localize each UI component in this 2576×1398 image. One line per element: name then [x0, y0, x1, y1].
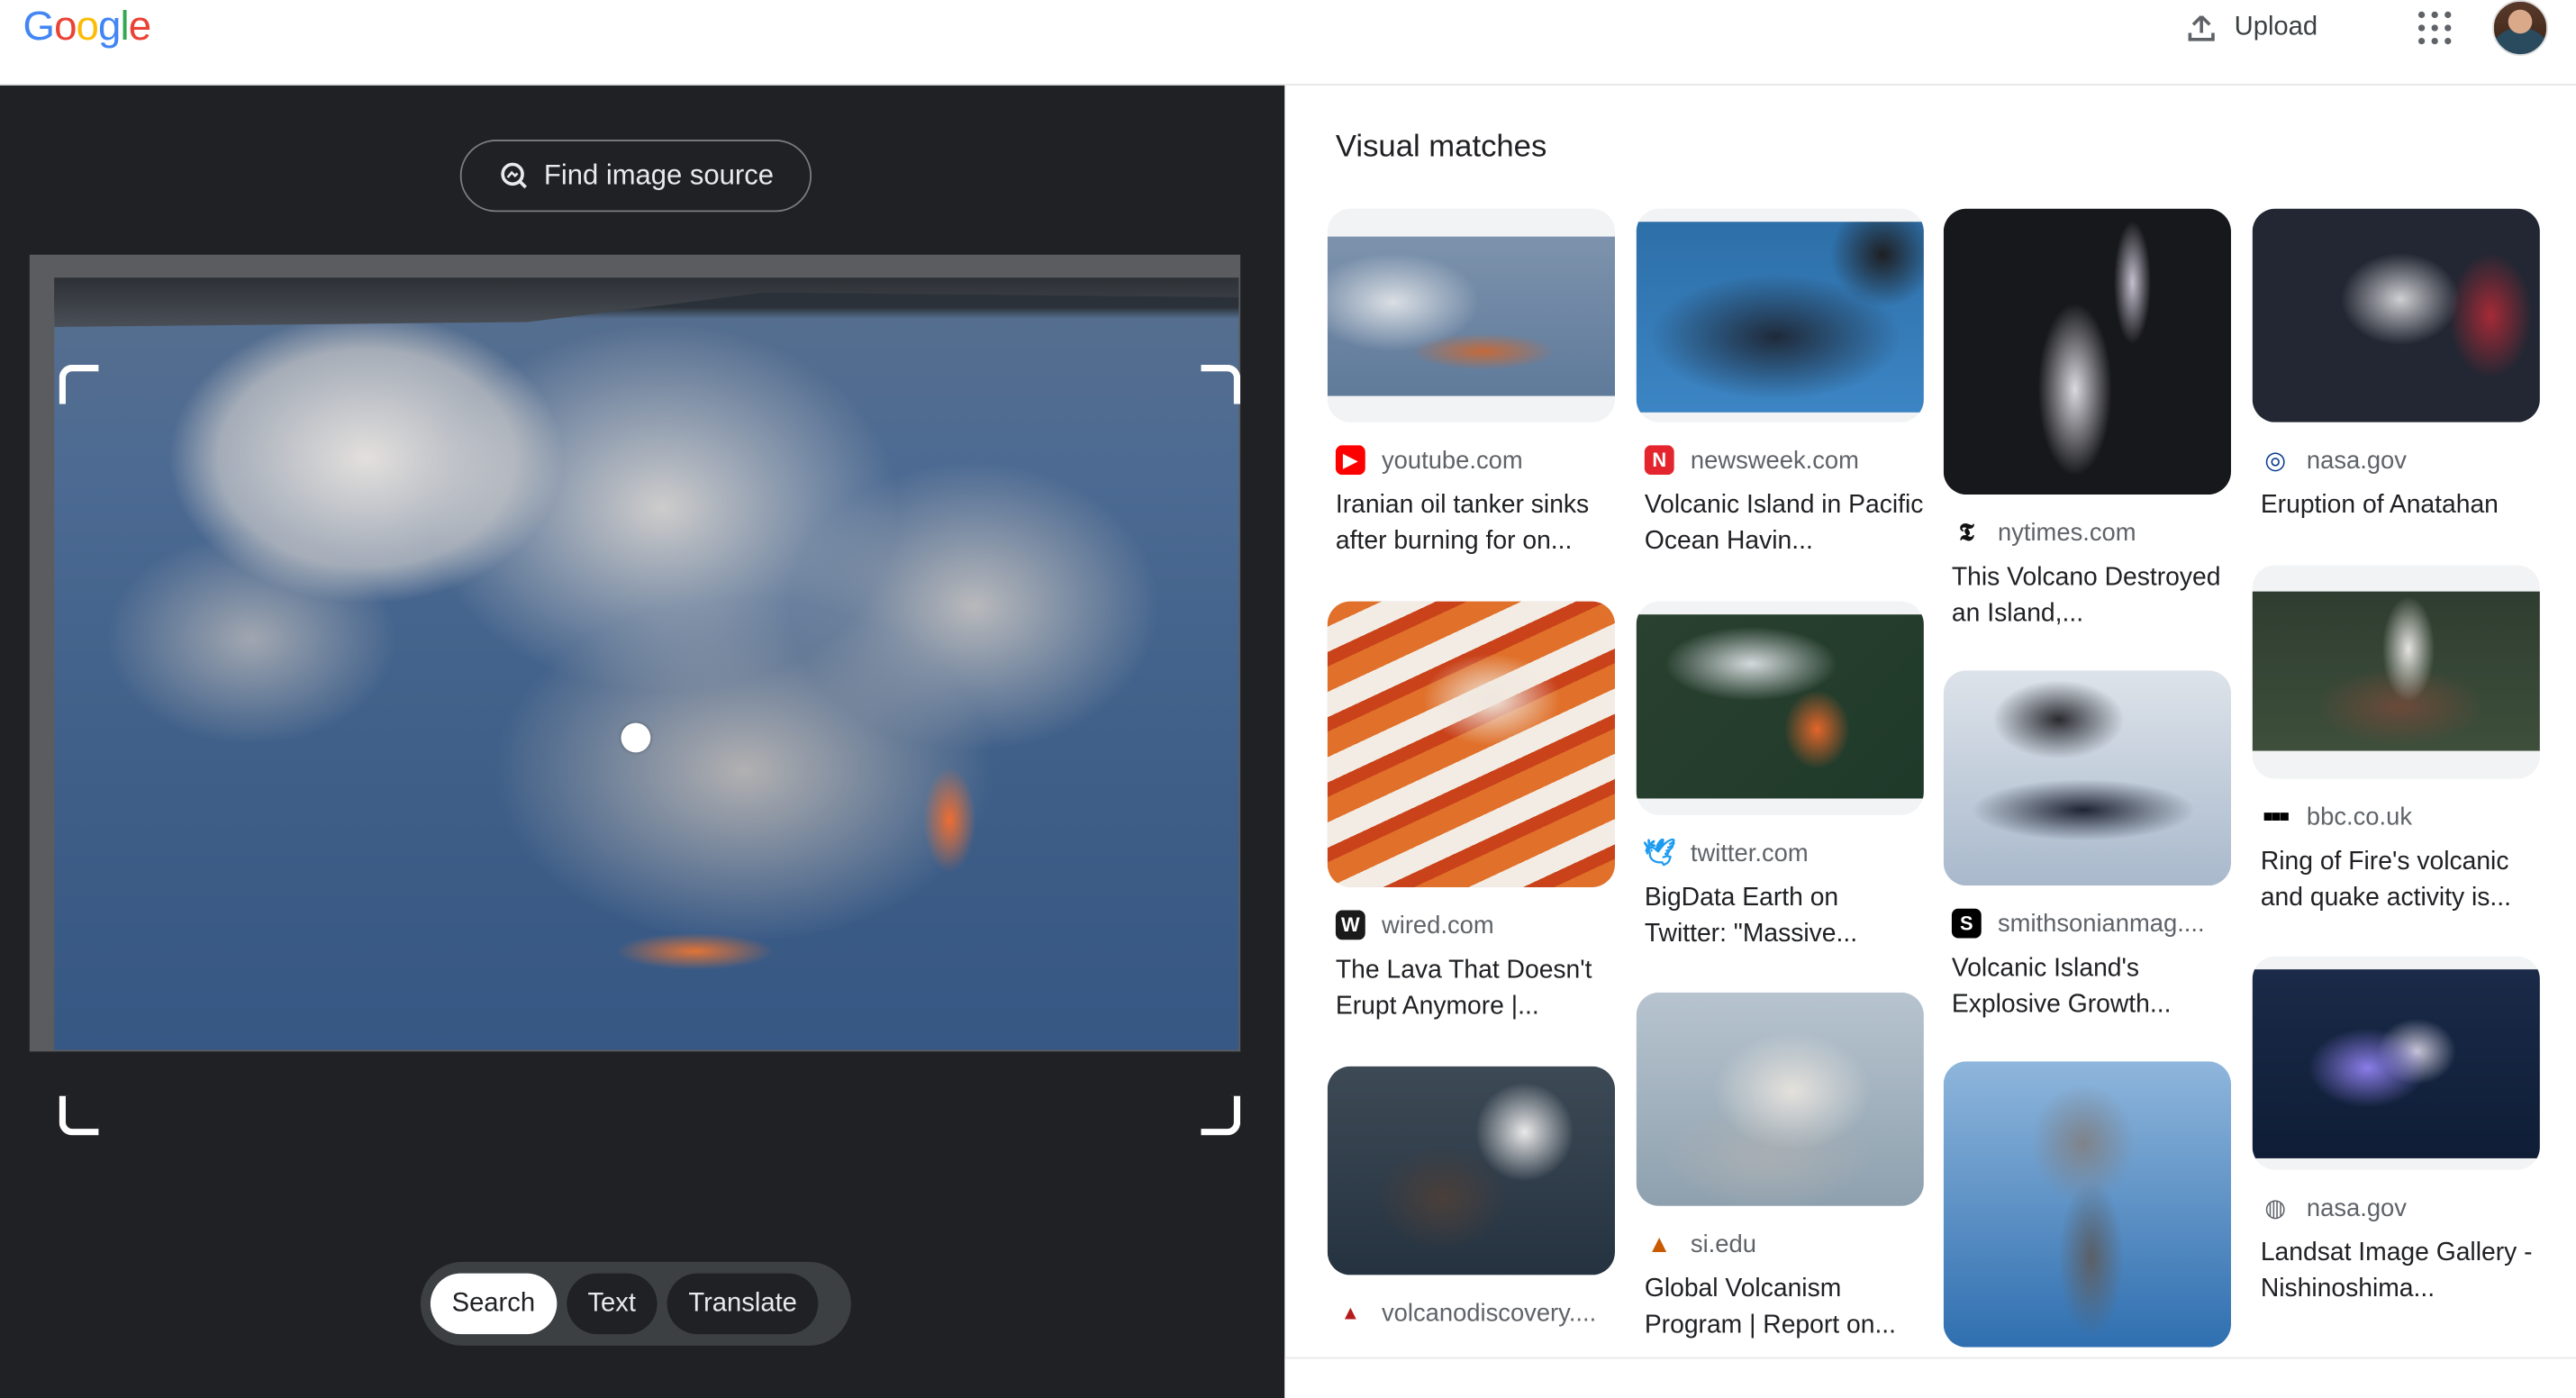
result-card[interactable]: 𝕿 nytimes.com This Volcano Destroyed an … [1943, 208, 2231, 633]
result-thumbnail[interactable] [1636, 992, 1924, 1206]
result-source-text: twitter.com [1690, 839, 1809, 867]
nytimes-icon: 𝕿 [1951, 517, 1982, 548]
result-card[interactable] [1943, 1061, 2231, 1348]
result-source-text: nytimes.com [1997, 518, 2136, 547]
result-thumbnail[interactable] [1943, 1061, 2231, 1348]
result-thumbnail[interactable] [1327, 208, 1615, 422]
upload-button[interactable]: Upload [2185, 12, 2317, 44]
result-title[interactable]: The Lava That Doesn't Erupt Anymore |... [1328, 953, 1615, 1025]
result-source[interactable]: S smithsonianmag.... [1944, 908, 2231, 939]
result-title[interactable]: Global Volcanism Program | Report on... [1637, 1272, 1924, 1344]
visual-matches-heading: Visual matches [1335, 130, 1547, 165]
newsweek-icon: N [1644, 445, 1674, 476]
apps-grid-icon[interactable] [2417, 11, 2452, 45]
result-title[interactable]: BigData Earth on Twitter: "Massive... [1637, 881, 1924, 953]
result-card[interactable]: ▲ si.edu Global Volcanism Program | Repo… [1636, 992, 1924, 1344]
result-thumbnail[interactable] [2252, 208, 2540, 422]
result-title[interactable]: This Volcano Destroyed an Island,... [1944, 560, 2231, 632]
result-source-text: youtube.com [1381, 446, 1523, 475]
bbc-icon: ■■■ [2260, 802, 2290, 831]
result-source[interactable]: 𝕿 nytimes.com [1944, 517, 2231, 548]
wired-icon: W [1335, 910, 1365, 940]
volcano-icon: ▲ [1644, 1229, 1674, 1259]
crop-handle-top-right[interactable] [1201, 364, 1241, 404]
result-thumbnail[interactable] [1943, 208, 2231, 495]
result-thumbnail[interactable] [1327, 1066, 1615, 1275]
crop-handle-top-left[interactable] [59, 364, 99, 404]
volcano-icon: ▲ [1335, 1297, 1365, 1328]
result-card[interactable]: ◎ nasa.gov Eruption of Anatahan [2252, 208, 2540, 524]
result-card[interactable]: W wired.com The Lava That Doesn't Erupt … [1327, 601, 1615, 1026]
twitter-icon: 🕊 [1642, 838, 1676, 868]
result-source-text: volcanodiscovery.... [1381, 1298, 1597, 1327]
result-source-text: newsweek.com [1690, 446, 1859, 475]
result-source[interactable]: ▶ youtube.com [1328, 445, 1615, 476]
result-title[interactable]: Landsat Image Gallery - Nishinoshima... [2253, 1236, 2540, 1308]
result-card[interactable]: ◍ nasa.gov Landsat Image Gallery - Nishi… [2252, 956, 2540, 1308]
result-source[interactable]: N newsweek.com [1637, 445, 1924, 476]
smithsonian-icon: S [1951, 908, 1982, 939]
mode-search-button[interactable]: Search [430, 1273, 557, 1335]
mode-translate-button[interactable]: Translate [667, 1273, 819, 1335]
youtube-icon: ▶ [1335, 445, 1365, 476]
google-logo[interactable]: Google [23, 4, 152, 51]
nasa-icon: ◎ [2260, 445, 2290, 476]
result-thumbnail[interactable] [2252, 565, 2540, 779]
result-source-text: bbc.co.uk [2306, 803, 2413, 831]
result-thumbnail[interactable] [1943, 670, 2231, 886]
result-title[interactable]: Ring of Fire's volcanic and quake activi… [2253, 845, 2540, 917]
crop-handle-bottom-right[interactable] [1201, 1095, 1241, 1136]
result-source-text: nasa.gov [2306, 446, 2407, 475]
result-card[interactable]: ▲ volcanodiscovery.... [1327, 1066, 1615, 1328]
results-pane: Visual matches ▶ youtube.com Iranian oil… [1284, 85, 2576, 1398]
result-source-text: si.edu [1690, 1230, 1756, 1258]
result-source[interactable]: 🕊 twitter.com [1637, 838, 1924, 868]
globe-icon: ◍ [2260, 1193, 2290, 1223]
result-title[interactable]: Volcanic Island in Pacific Ocean Havin..… [1637, 488, 1924, 560]
top-bar: Google Upload [0, 0, 2576, 86]
result-thumbnail[interactable] [1636, 208, 1924, 422]
result-source-text: wired.com [1381, 911, 1494, 940]
upload-icon [2188, 14, 2215, 41]
query-image[interactable] [54, 277, 1239, 1050]
result-thumbnail[interactable] [1636, 601, 1924, 815]
result-source-text: nasa.gov [2306, 1194, 2407, 1222]
result-thumbnail[interactable] [2252, 956, 2540, 1170]
find-image-source-button[interactable]: Find image source [459, 140, 812, 213]
upload-label: Upload [2234, 13, 2318, 41]
result-source[interactable]: ▲ si.edu [1637, 1229, 1924, 1259]
result-title[interactable]: Iranian oil tanker sinks after burning f… [1328, 488, 1615, 560]
result-card[interactable]: ■■■ bbc.co.uk Ring of Fire's volcanic an… [2252, 565, 2540, 917]
feedback-bar [1284, 1357, 2576, 1398]
result-card[interactable]: N newsweek.com Volcanic Island in Pacifi… [1636, 208, 1924, 560]
mode-text-button[interactable]: Text [566, 1273, 658, 1335]
mode-switcher: Search Text Translate [420, 1261, 851, 1346]
object-select-dot[interactable] [621, 722, 651, 753]
result-source[interactable]: ◍ nasa.gov [2253, 1193, 2540, 1223]
result-source[interactable]: ◎ nasa.gov [2253, 445, 2540, 476]
result-card[interactable]: S smithsonianmag.... Volcanic Island's E… [1943, 670, 2231, 1023]
result-title[interactable]: Volcanic Island's Explosive Growth... [1944, 951, 2231, 1023]
result-title[interactable]: Eruption of Anatahan [2253, 488, 2540, 524]
result-thumbnail[interactable] [1327, 601, 1615, 887]
result-card[interactable]: 🕊 twitter.com BigData Earth on Twitter: … [1636, 601, 1924, 953]
account-avatar[interactable] [2492, 0, 2549, 57]
result-source[interactable]: W wired.com [1328, 910, 1615, 940]
image-search-icon [501, 162, 528, 189]
result-source[interactable]: ■■■ bbc.co.uk [2253, 802, 2540, 831]
result-card[interactable]: ▶ youtube.com Iranian oil tanker sinks a… [1327, 208, 1615, 560]
crop-handle-bottom-left[interactable] [59, 1095, 99, 1136]
result-source-text: smithsonianmag.... [1997, 909, 2205, 938]
find-image-source-label: Find image source [543, 159, 774, 191]
result-source[interactable]: ▲ volcanodiscovery.... [1328, 1297, 1615, 1328]
